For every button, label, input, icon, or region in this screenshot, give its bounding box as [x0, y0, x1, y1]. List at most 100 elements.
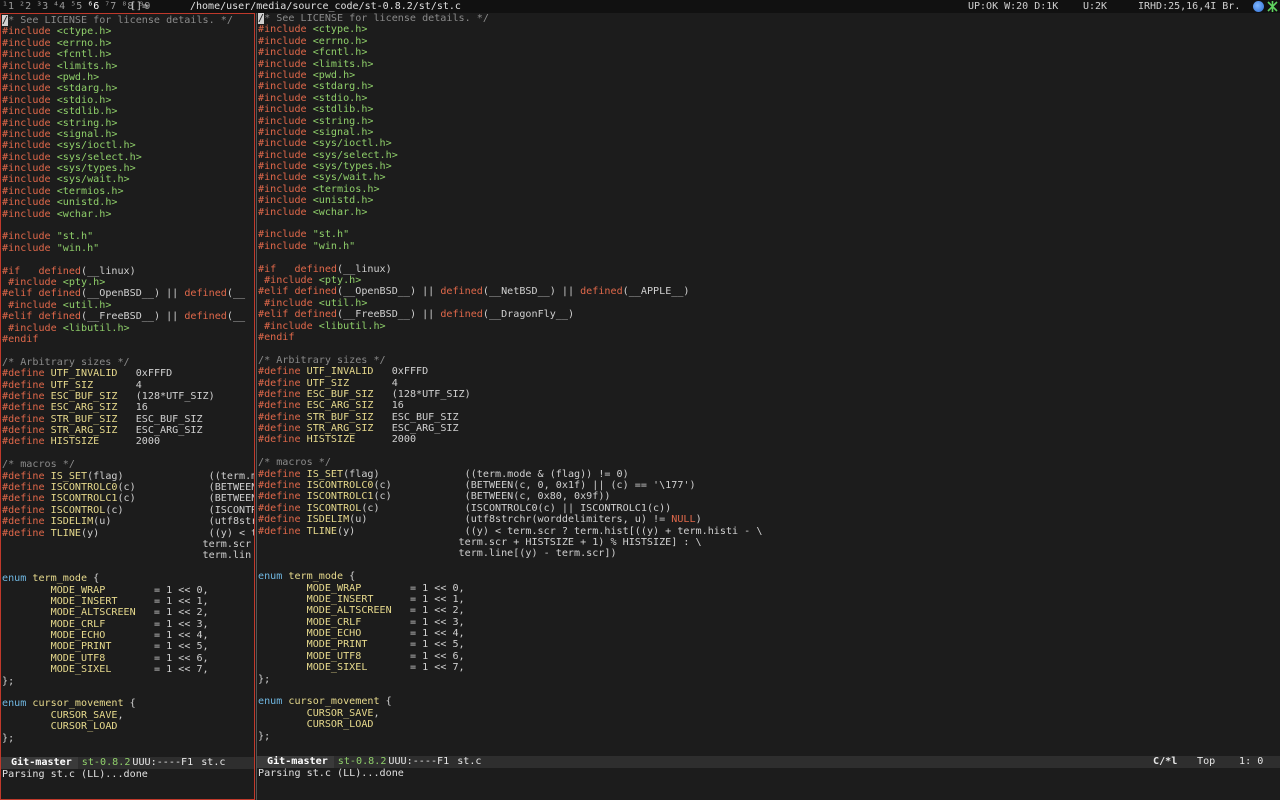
- code-line[interactable]: #include <string.h>: [2, 118, 254, 129]
- code-line[interactable]: #include <errno.h>: [258, 36, 762, 47]
- code-line[interactable]: #define IS_SET(flag) ((term.m: [2, 471, 254, 482]
- code-line[interactable]: MODE_CRLF = 1 << 3,: [258, 617, 762, 628]
- workspace-tag[interactable]: ³3: [36, 1, 48, 12]
- code-line[interactable]: #define UTF_INVALID 0xFFFD: [258, 366, 762, 377]
- git-branch[interactable]: Git-master: [1, 757, 78, 769]
- workspace-tag[interactable]: ¹1: [2, 1, 14, 12]
- code-line[interactable]: #define ISCONTROLC0(c) (BETWEEN: [2, 482, 254, 493]
- code-line[interactable]: #include <pwd.h>: [258, 70, 762, 81]
- code-line[interactable]: /* macros */: [258, 457, 762, 468]
- code-line[interactable]: #include "win.h": [2, 243, 254, 254]
- code-line[interactable]: #define ESC_ARG_SIZ 16: [2, 402, 254, 413]
- git-branch[interactable]: Git-master: [257, 756, 334, 768]
- code-line[interactable]: #include <stdarg.h>: [2, 83, 254, 94]
- code-line[interactable]: #endif: [258, 332, 762, 343]
- code-line[interactable]: #define ESC_BUF_SIZ (128*UTF_SIZ): [258, 389, 762, 400]
- code-line[interactable]: [258, 218, 762, 229]
- code-line[interactable]: [258, 446, 762, 457]
- workspace-tag[interactable]: ⁴4: [53, 1, 65, 12]
- major-mode[interactable]: C/*l: [1153, 756, 1177, 768]
- code-line[interactable]: #define STR_ARG_SIZ ESC_ARG_SIZ: [258, 423, 762, 434]
- code-line[interactable]: #include <sys/wait.h>: [258, 172, 762, 183]
- code-line[interactable]: #include <ctype.h>: [258, 24, 762, 35]
- code-line[interactable]: #include <fcntl.h>: [2, 49, 254, 60]
- code-line[interactable]: #include <limits.h>: [258, 59, 762, 70]
- code-view-right[interactable]: /* See LICENSE for license details. */#i…: [258, 13, 762, 742]
- code-line[interactable]: #define IS_SET(flag) ((term.mode & (flag…: [258, 469, 762, 480]
- code-line[interactable]: #define HISTSIZE 2000: [258, 434, 762, 445]
- code-line[interactable]: #include "st.h": [2, 231, 254, 242]
- code-line[interactable]: #if defined(__linux): [258, 264, 762, 275]
- code-line[interactable]: MODE_PRINT = 1 << 5,: [258, 639, 762, 650]
- code-line[interactable]: MODE_INSERT = 1 << 1,: [258, 594, 762, 605]
- code-line[interactable]: CURSOR_SAVE,: [258, 708, 762, 719]
- code-line[interactable]: CURSOR_LOAD: [258, 719, 762, 730]
- code-line[interactable]: MODE_PRINT = 1 << 5,: [2, 641, 254, 652]
- code-line[interactable]: MODE_SIXEL = 1 << 7,: [258, 662, 762, 673]
- code-line[interactable]: #include <stdio.h>: [258, 93, 762, 104]
- code-line[interactable]: #include <sys/types.h>: [258, 161, 762, 172]
- globe-icon[interactable]: [1253, 1, 1264, 12]
- code-line[interactable]: };: [258, 731, 762, 742]
- code-line[interactable]: #define ISCONTROL(c) (ISCONTROLC0(c) || …: [258, 503, 762, 514]
- code-line[interactable]: /* Arbitrary sizes */: [258, 355, 762, 366]
- code-line[interactable]: [2, 254, 254, 265]
- code-line[interactable]: #include <sys/select.h>: [258, 150, 762, 161]
- code-line[interactable]: #include <libutil.h>: [2, 323, 254, 334]
- code-line[interactable]: #define STR_BUF_SIZ ESC_BUF_SIZ: [258, 412, 762, 423]
- code-line[interactable]: #include <string.h>: [258, 116, 762, 127]
- code-line[interactable]: #define ISDELIM(u) (utf8str: [2, 516, 254, 527]
- code-line[interactable]: MODE_ECHO = 1 << 4,: [258, 628, 762, 639]
- code-line[interactable]: [258, 685, 762, 696]
- code-line[interactable]: #include <unistd.h>: [258, 195, 762, 206]
- code-line[interactable]: #define UTF_SIZ 4: [2, 380, 254, 391]
- code-line[interactable]: CURSOR_LOAD: [2, 721, 254, 732]
- code-line[interactable]: #elif defined(__OpenBSD__) || defined(__…: [258, 286, 762, 297]
- code-line[interactable]: #include <termios.h>: [258, 184, 762, 195]
- code-line[interactable]: #include <pty.h>: [258, 275, 762, 286]
- buffer-name[interactable]: st.c: [201, 757, 225, 768]
- workspace-tag[interactable]: ⁶6: [87, 1, 99, 12]
- code-line[interactable]: /* See LICENSE for license details. */: [2, 15, 254, 26]
- code-line[interactable]: [2, 220, 254, 231]
- code-line[interactable]: #define ESC_BUF_SIZ (128*UTF_SIZ): [2, 391, 254, 402]
- pane-divider[interactable]: [256, 13, 257, 800]
- code-line[interactable]: #define STR_BUF_SIZ ESC_BUF_SIZ: [2, 414, 254, 425]
- code-line[interactable]: #include <wchar.h>: [2, 209, 254, 220]
- code-line[interactable]: #include <sys/select.h>: [2, 152, 254, 163]
- code-line[interactable]: #define HISTSIZE 2000: [2, 436, 254, 447]
- code-line[interactable]: #define ISCONTROLC0(c) (BETWEEN(c, 0, 0x…: [258, 480, 762, 491]
- code-line[interactable]: #include <fcntl.h>: [258, 47, 762, 58]
- code-line[interactable]: #define TLINE(y) ((y) < t: [2, 528, 254, 539]
- code-line[interactable]: MODE_ALTSCREEN = 1 << 2,: [258, 605, 762, 616]
- layout-indicator[interactable]: []=: [130, 0, 148, 13]
- editor-pane-left[interactable]: /* See LICENSE for license details. */#i…: [0, 13, 255, 800]
- code-line[interactable]: /* See LICENSE for license details. */: [258, 13, 762, 24]
- code-line[interactable]: #include <limits.h>: [2, 61, 254, 72]
- code-line[interactable]: #define ESC_ARG_SIZ 16: [258, 400, 762, 411]
- code-line[interactable]: #include "win.h": [258, 241, 762, 252]
- editor-pane-right[interactable]: /* See LICENSE for license details. */#i…: [256, 13, 1280, 800]
- code-line[interactable]: enum term_mode {: [258, 571, 762, 582]
- code-line[interactable]: #define STR_ARG_SIZ ESC_ARG_SIZ: [2, 425, 254, 436]
- code-line[interactable]: #include <termios.h>: [2, 186, 254, 197]
- code-line[interactable]: #include <signal.h>: [2, 129, 254, 140]
- code-line[interactable]: enum cursor_movement {: [2, 698, 254, 709]
- code-line[interactable]: #include <util.h>: [2, 300, 254, 311]
- code-line[interactable]: #include <sys/types.h>: [2, 163, 254, 174]
- code-line[interactable]: #define UTF_SIZ 4: [258, 378, 762, 389]
- code-line[interactable]: };: [2, 733, 254, 744]
- code-line[interactable]: #include <ctype.h>: [2, 26, 254, 37]
- code-line[interactable]: #include <errno.h>: [2, 38, 254, 49]
- code-line[interactable]: #include "st.h": [258, 229, 762, 240]
- code-line[interactable]: #elif defined(__FreeBSD__) || defined(__…: [258, 309, 762, 320]
- code-line[interactable]: /* macros */: [2, 459, 254, 470]
- code-line[interactable]: #include <util.h>: [258, 298, 762, 309]
- code-line[interactable]: #include <signal.h>: [258, 127, 762, 138]
- code-line[interactable]: [2, 687, 254, 698]
- code-line[interactable]: #define ISCONTROL(c) (ISCONTR: [2, 505, 254, 516]
- code-line[interactable]: #endif: [2, 334, 254, 345]
- code-line[interactable]: [258, 252, 762, 263]
- code-line[interactable]: MODE_ALTSCREEN = 1 << 2,: [2, 607, 254, 618]
- code-line[interactable]: #include <stdarg.h>: [258, 81, 762, 92]
